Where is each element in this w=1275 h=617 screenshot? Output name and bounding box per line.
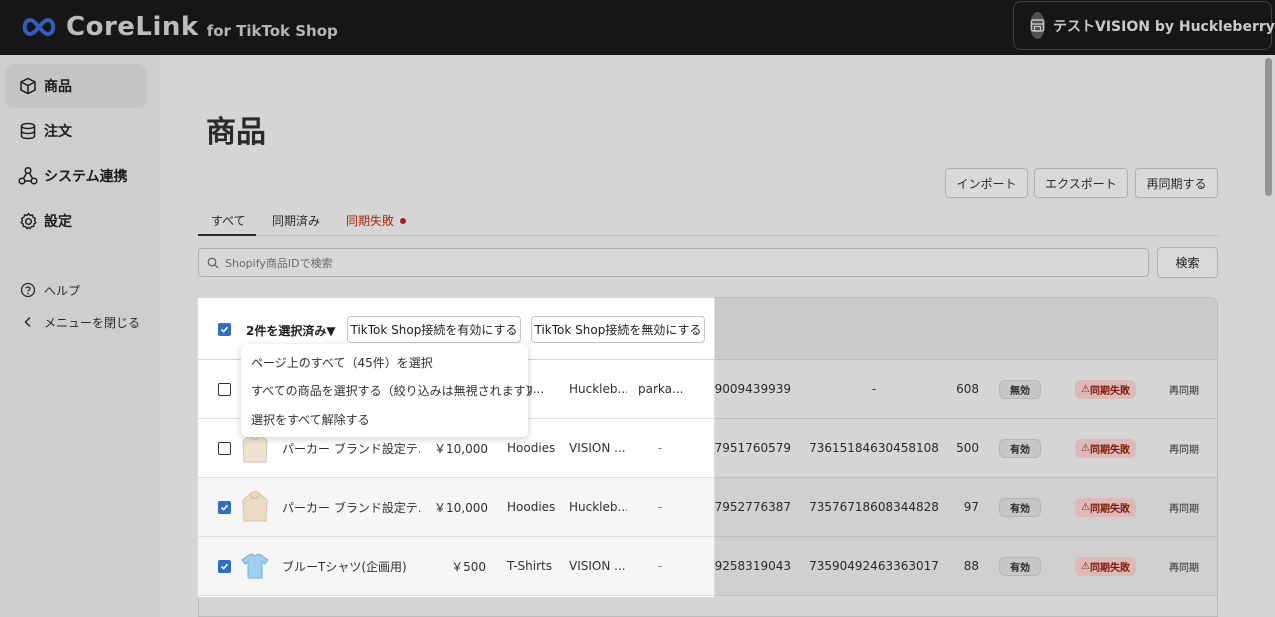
search-field[interactable]: Shopify商品IDで検索 [198,248,1149,277]
help-link[interactable]: ヘルプ [20,280,80,300]
handle: - [658,559,663,573]
resync-button[interactable]: 再同期する [1135,168,1218,198]
import-button[interactable]: インポート [945,168,1028,198]
network-icon [18,166,38,186]
tiktok-id: 1735767186083448288 [809,500,939,514]
tiktok-id: 1736151846304581088 [809,441,939,455]
vendor: Huckleb... [569,382,627,396]
active-tab-indicator [198,234,256,236]
row-resync-link[interactable]: 再同期 [1169,419,1199,477]
tab-label: 同期失敗 [346,214,395,228]
sidebar-item-integrations[interactable]: システム連携 [6,154,146,198]
vendor: VISION ... [569,559,626,573]
stock: 88 [963,559,979,573]
vendor: VISION ... [569,441,626,455]
handle: - [658,500,663,514]
help-icon [20,282,36,298]
status-badge: 有効 [999,537,1041,595]
collapse-menu-label: メニューを閉じる [44,315,141,330]
top-bar: CoreLink for TikTok Shop テストVISION by Hu… [0,0,1275,55]
page-scrollbar[interactable] [1265,58,1272,196]
stock: 608 [956,382,979,396]
row-checkbox[interactable] [218,537,231,595]
sidebar-item-label: 商品 [44,79,72,95]
table-row[interactable]: ブルーTシャツ(企画用) ￥500 T-Shirts VISION ... - [198,537,714,596]
row-checkbox[interactable] [218,478,231,536]
vendor: Huckleb... [569,500,627,514]
sidebar-item-label: 設定 [44,214,72,230]
category: Hoodies [507,500,556,514]
select-all-checkbox[interactable] [218,323,231,336]
sync-failed-badge: ⚠ 同期失敗 [1075,478,1136,536]
enable-tiktok-button[interactable]: TikTok Shop接続を有効にする [347,316,521,343]
handle: parka... [638,382,684,396]
search-input: Shopify商品IDで検索 [225,256,333,270]
handle: - [658,441,663,455]
spotlight-panel: 2件を選択済み▼ TikTok Shop接続を有効にする TikTok Shop… [197,297,715,598]
sidebar-item-orders[interactable]: 注文 [6,109,146,153]
sidebar-item-products[interactable]: 商品 [6,64,146,108]
product-thumbnail [240,478,270,536]
selection-menu: ページ上のすべて（45件）を選択 すべての商品を選択する（絞り込みは無視されます… [241,344,538,437]
shopify-id: 8257951760579 [711,441,791,455]
box-icon [18,76,38,96]
sidebar-item-label: システム連携 [44,169,128,185]
status-badge: 有効 [999,478,1041,536]
tab-synced[interactable]: 同期済み [272,212,320,234]
tabs-divider [198,235,1218,236]
status-badge: 無効 [999,360,1041,418]
product-thumbnail [240,537,270,595]
table-row[interactable]: パーカー ブランド設定テ... ￥10,000 Hoodies Huckleb.… [198,478,714,537]
collapse-menu-link[interactable]: メニューを閉じる [20,312,140,332]
search-icon [207,257,219,268]
shopify-id: 8257952776387 [711,500,791,514]
logo-subtext: for TikTok Shop [206,22,338,40]
page-title: 商品 [206,115,266,150]
stock: 500 [956,441,979,455]
tiktok-id: - [871,382,877,396]
store-name: テストVISION by Huckleberry [1053,18,1275,35]
store-icon [1030,12,1045,39]
database-icon [18,121,38,141]
product-name: ブルーTシャツ(企画用) [282,559,407,574]
sync-failed-badge: ⚠ 同期失敗 [1075,419,1136,477]
row-checkbox[interactable] [218,360,231,418]
row-resync-link[interactable]: 再同期 [1169,360,1199,418]
disable-tiktok-button[interactable]: TikTok Shop接続を無効にする [531,316,705,343]
infinity-logo-icon [22,17,56,37]
chevron-left-icon [24,316,31,328]
tab-sync-failed[interactable]: 同期失敗 [346,212,407,234]
sync-failed-badge: ⚠ 同期失敗 [1075,537,1136,595]
price: ￥500 [451,559,486,574]
menu-item-select-all-products[interactable]: すべての商品を選択する（絞り込みは無視されます） [251,382,538,399]
search-button[interactable]: 検索 [1157,247,1218,278]
error-dot-icon [400,218,407,224]
product-name: パーカー ブランド設定テ... [282,500,420,515]
sidebar-item-label: 注文 [44,124,72,140]
logo-text: CoreLink [66,12,199,42]
menu-item-select-page[interactable]: ページ上のすべて（45件）を選択 [251,354,433,371]
row-checkbox[interactable] [218,419,231,477]
shopify-id: 7519009439939 [711,382,791,396]
sidebar: 商品 注文 システム連携 設定 ヘルプ メニューを閉じる [0,55,160,617]
status-badge: 有効 [999,419,1041,477]
tiktok-id: 1735904924633630176 [809,559,939,573]
row-resync-link[interactable]: 再同期 [1169,478,1199,536]
app-logo: CoreLink for TikTok Shop [20,10,338,44]
shopify-id: 8259258319043 [711,559,791,573]
help-label: ヘルプ [44,283,81,298]
sidebar-item-settings[interactable]: 設定 [6,199,146,243]
selected-count-dropdown[interactable]: 2件を選択済み▼ [246,322,336,339]
sync-failed-badge: ⚠ 同期失敗 [1075,360,1136,418]
row-resync-link[interactable]: 再同期 [1169,537,1199,595]
gear-icon [18,211,38,231]
menu-item-deselect-all[interactable]: 選択をすべて解除する [251,411,370,428]
price: ￥10,000 [434,500,488,515]
export-button[interactable]: エクスポート [1034,168,1128,198]
category: T-Shirts [507,559,553,573]
stock: 97 [963,500,979,514]
tab-all[interactable]: すべて [211,212,246,234]
store-selector[interactable]: テストVISION by Huckleberry [1013,1,1275,50]
